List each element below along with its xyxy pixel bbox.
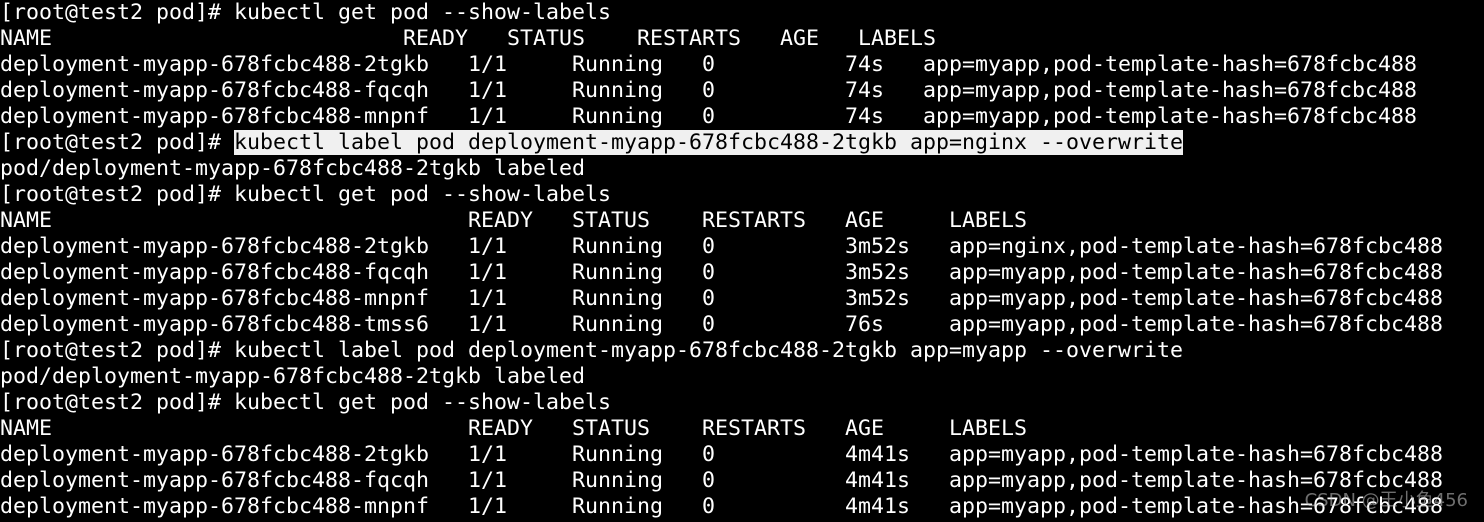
shell-prompt: [root@test2 pod]# xyxy=(0,130,235,155)
terminal-window[interactable]: [root@test2 pod]# kubectl get pod --show… xyxy=(0,0,1484,522)
command-line: [root@test2 pod]# kubectl label pod depl… xyxy=(0,130,1484,156)
command-text: kubectl get pod --show-labels xyxy=(234,0,612,25)
output-line: NAME READY STATUS RESTARTS AGE LABELS xyxy=(0,208,1484,234)
output-text: pod/deployment-myapp-678fcbc488-2tgkb la… xyxy=(0,364,586,389)
output-line: pod/deployment-myapp-678fcbc488-2tgkb la… xyxy=(0,156,1484,182)
output-text: deployment-myapp-678fcbc488-fqcqh 1/1 Ru… xyxy=(0,78,1418,103)
output-line: deployment-myapp-678fcbc488-mnpnf 1/1 Ru… xyxy=(0,104,1484,130)
shell-prompt: [root@test2 pod]# xyxy=(0,182,235,207)
output-line: deployment-myapp-678fcbc488-mnpnf 1/1 Ru… xyxy=(0,494,1484,520)
output-text: deployment-myapp-678fcbc488-mnpnf 1/1 Ru… xyxy=(0,494,1444,519)
output-text: deployment-myapp-678fcbc488-fqcqh 1/1 Ru… xyxy=(0,468,1444,493)
output-line: deployment-myapp-678fcbc488-mnpnf 1/1 Ru… xyxy=(0,286,1484,312)
output-text: deployment-myapp-678fcbc488-2tgkb 1/1 Ru… xyxy=(0,442,1444,467)
output-text: deployment-myapp-678fcbc488-tmss6 1/1 Ru… xyxy=(0,312,1444,337)
output-line: deployment-myapp-678fcbc488-fqcqh 1/1 Ru… xyxy=(0,468,1484,494)
output-line: deployment-myapp-678fcbc488-2tgkb 1/1 Ru… xyxy=(0,52,1484,78)
command-line: [root@test2 pod]# kubectl get pod --show… xyxy=(0,390,1484,416)
output-line: pod/deployment-myapp-678fcbc488-2tgkb la… xyxy=(0,364,1484,390)
command-line: [root@test2 pod]# kubectl get pod --show… xyxy=(0,0,1484,26)
output-text: deployment-myapp-678fcbc488-2tgkb 1/1 Ru… xyxy=(0,52,1418,77)
command-text: kubectl label pod deployment-myapp-678fc… xyxy=(234,338,1184,363)
output-text: deployment-myapp-678fcbc488-mnpnf 1/1 Ru… xyxy=(0,104,1418,129)
output-text: NAME READY STATUS RESTARTS AGE LABELS xyxy=(0,416,1028,441)
output-text: deployment-myapp-678fcbc488-2tgkb 1/1 Ru… xyxy=(0,234,1444,259)
command-line: [root@test2 pod]# kubectl get pod --show… xyxy=(0,182,1484,208)
output-line: deployment-myapp-678fcbc488-fqcqh 1/1 Ru… xyxy=(0,78,1484,104)
watermark: CSDN @王小鱼456 xyxy=(1304,490,1468,511)
output-line: deployment-myapp-678fcbc488-tmss6 1/1 Ru… xyxy=(0,312,1484,338)
shell-prompt: [root@test2 pod]# xyxy=(0,390,235,415)
shell-prompt: [root@test2 pod]# xyxy=(0,0,235,25)
output-line: deployment-myapp-678fcbc488-2tgkb 1/1 Ru… xyxy=(0,234,1484,260)
output-line: NAME READY STATUS RESTARTS AGE LABELS xyxy=(0,416,1484,442)
command-text: kubectl get pod --show-labels xyxy=(234,182,612,207)
terminal-output[interactable]: [root@test2 pod]# kubectl get pod --show… xyxy=(0,0,1484,520)
shell-prompt: [root@test2 pod]# xyxy=(0,338,235,363)
output-line: NAME READY STATUS RESTARTS AGE LABELS xyxy=(0,26,1484,52)
command-text: kubectl get pod --show-labels xyxy=(234,390,612,415)
output-line: deployment-myapp-678fcbc488-fqcqh 1/1 Ru… xyxy=(0,260,1484,286)
selected-command-text: kubectl label pod deployment-myapp-678fc… xyxy=(234,130,1184,155)
output-text: deployment-myapp-678fcbc488-mnpnf 1/1 Ru… xyxy=(0,286,1444,311)
command-line: [root@test2 pod]# kubectl label pod depl… xyxy=(0,338,1484,364)
output-text: NAME READY STATUS RESTARTS AGE LABELS xyxy=(0,208,1028,233)
output-text: NAME READY STATUS RESTARTS AGE LABELS xyxy=(0,26,937,51)
output-text: pod/deployment-myapp-678fcbc488-2tgkb la… xyxy=(0,156,586,181)
output-text: deployment-myapp-678fcbc488-fqcqh 1/1 Ru… xyxy=(0,260,1444,285)
output-line: deployment-myapp-678fcbc488-2tgkb 1/1 Ru… xyxy=(0,442,1484,468)
